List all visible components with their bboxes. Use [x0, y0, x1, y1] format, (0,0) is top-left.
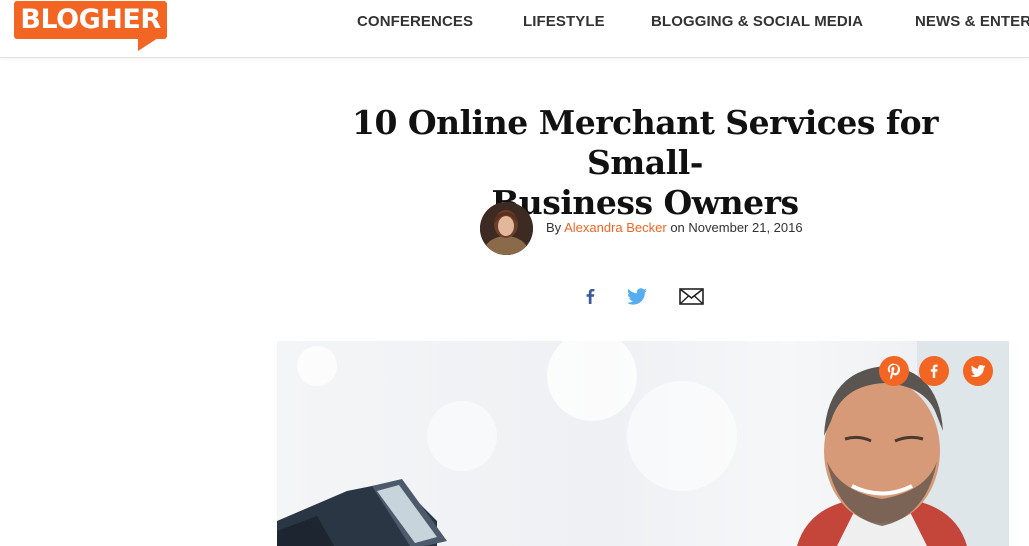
pinterest-icon	[887, 363, 900, 380]
logo-speech-tail	[138, 38, 158, 51]
nav-item-lifestyle[interactable]: LIFESTYLE	[523, 13, 605, 30]
hero-facebook-button[interactable]	[919, 356, 949, 386]
bokeh-light	[547, 341, 637, 421]
nav-item-news-entertainment[interactable]: NEWS & ENTER	[915, 13, 1029, 30]
cash-register-illustration	[277, 479, 447, 546]
author-avatar[interactable]	[480, 202, 533, 255]
bokeh-light	[627, 381, 737, 491]
hero-pin-button[interactable]	[879, 356, 909, 386]
blogher-logo[interactable]: BLOGHER	[14, 1, 167, 51]
twitter-icon	[970, 365, 986, 377]
nav-item-conferences[interactable]: CONFERENCES	[357, 13, 473, 30]
article-title-line-1: 10 Online Merchant Services for Small-	[352, 103, 938, 182]
byline-prefix: By	[546, 220, 562, 235]
logo-text: BLOGHER	[20, 4, 161, 35]
date-prefix: on	[670, 220, 685, 235]
nav-item-blogging-social-media[interactable]: BLOGGING & SOCIAL MEDIA	[651, 13, 863, 30]
email-icon	[679, 288, 704, 305]
twitter-icon	[626, 288, 647, 305]
facebook-icon	[586, 289, 595, 304]
hero-image[interactable]	[277, 341, 1009, 546]
share-facebook-button[interactable]	[580, 284, 600, 308]
share-email-button[interactable]	[678, 284, 706, 308]
byline: By Alexandra Becker on November 21, 2016	[546, 220, 803, 235]
article-title: 10 Online Merchant Services for Small- B…	[290, 103, 1000, 223]
publish-date: November 21, 2016	[688, 220, 803, 235]
site-header: BLOGHER CONFERENCES LIFESTYLE BLOGGING &…	[0, 0, 1029, 58]
facebook-icon	[930, 364, 938, 378]
hero-twitter-button[interactable]	[963, 356, 993, 386]
share-twitter-button[interactable]	[625, 284, 649, 308]
author-link[interactable]: Alexandra Becker	[564, 220, 667, 235]
article-title-line-2: Business Owners	[491, 183, 799, 222]
bokeh-light	[297, 346, 337, 386]
